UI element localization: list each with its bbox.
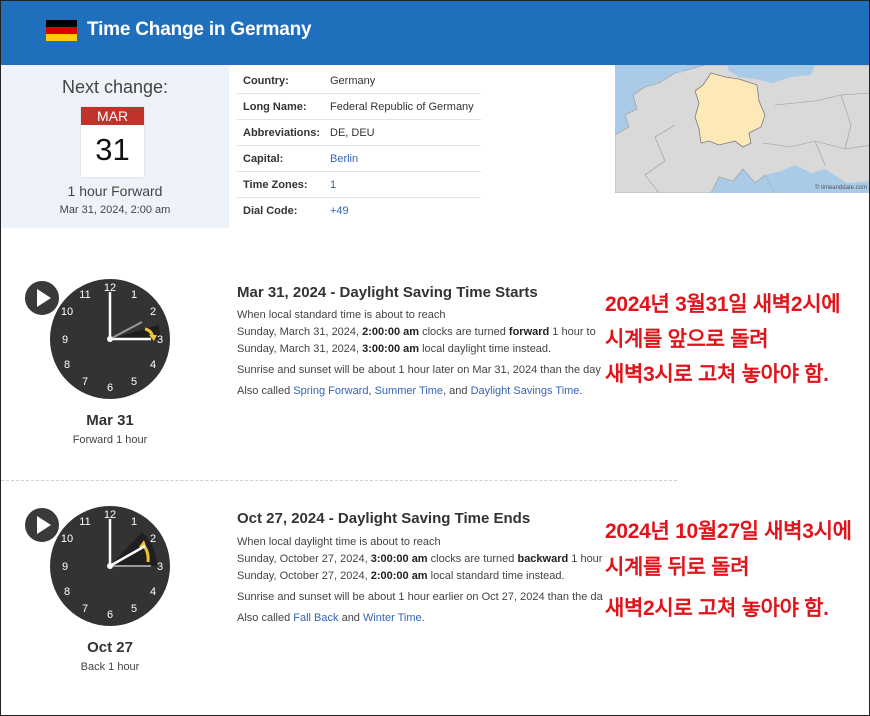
info-row-long-name: Long Name: Federal Republic of Germany (237, 94, 481, 120)
clock-date: Mar 31 (86, 412, 134, 429)
clock-number: 2 (150, 306, 156, 318)
info-key: Abbreviations: (243, 127, 321, 139)
clock-number: 9 (62, 334, 68, 346)
clock-number: 8 (64, 359, 70, 371)
clock-number: 11 (79, 289, 90, 301)
clock-number: 7 (82, 376, 88, 388)
event-line: When local daylight time is about to rea… (237, 536, 441, 548)
clock-number: 8 (64, 586, 70, 598)
time-zones-link[interactable]: 1 (330, 179, 336, 191)
clock-number: 2 (150, 533, 156, 545)
clock-date: Oct 27 (87, 639, 133, 656)
clock-number: 3 (157, 561, 163, 573)
event-line: Sunday, March 31, 2024, 2:00:00 am clock… (237, 326, 596, 338)
clock-backward-icon: 12 1 2 3 4 5 6 7 8 9 10 11 (23, 506, 170, 626)
info-value: DE, DEU (330, 127, 375, 139)
link-summer-time[interactable]: Summer Time (375, 385, 443, 397)
event-description: When local daylight time is about to rea… (237, 536, 605, 636)
link-daylight-savings-time[interactable]: Daylight Savings Time (471, 385, 580, 397)
clock-number: 4 (150, 586, 156, 598)
calendar-day: 31 (95, 132, 130, 167)
clock-number: 4 (150, 359, 156, 371)
clock-subtitle: Back 1 hour (80, 661, 140, 673)
info-key: Dial Code: (243, 205, 298, 217)
europe-map-image (615, 65, 869, 193)
clock-number: 1 (131, 516, 137, 528)
play-button[interactable] (23, 279, 61, 317)
event-title: Mar 31, 2024 - Daylight Saving Time Star… (237, 284, 538, 301)
play-button[interactable] (23, 506, 61, 544)
clock-number: 9 (62, 561, 68, 573)
info-row-country: Country: Germany (237, 68, 481, 94)
map-credit: © timeanddate.com (814, 185, 867, 191)
annotation-note-line: 새벽2시로 고쳐 놓아야 함. (605, 597, 829, 620)
link-winter-time[interactable]: Winter Time (363, 612, 422, 624)
info-key: Time Zones: (243, 179, 308, 191)
calendar-month: MAR (81, 107, 144, 125)
clock-subtitle: Forward 1 hour (72, 434, 148, 446)
next-change-label: Next change: (61, 77, 169, 97)
info-row-abbreviations: Abbreviations: DE, DEU (237, 120, 481, 146)
event-title: Oct 27, 2024 - Daylight Saving Time Ends (237, 510, 531, 527)
annotation-note-line: 시계를 뒤로 돌려 (605, 556, 750, 579)
clock-number: 12 (104, 282, 116, 294)
event-line: Sunday, October 27, 2024, 3:00:00 am clo… (237, 553, 603, 565)
clock-number: 10 (61, 533, 73, 545)
also-called-line: Also called Fall Back and Winter Time. (237, 612, 425, 624)
info-value: Germany (330, 75, 376, 87)
clock-number: 5 (131, 603, 137, 615)
info-key: Country: (243, 75, 289, 87)
event-description: When local standard time is about to rea… (237, 309, 605, 409)
next-change-datetime: Mar 31, 2024, 2:00 am (59, 204, 171, 216)
clock-number: 6 (107, 609, 113, 621)
also-called-line: Also called Spring Forward, Summer Time,… (237, 385, 583, 397)
clock-number: 12 (104, 509, 116, 521)
capital-link[interactable]: Berlin (330, 153, 358, 165)
annotation-note-line: 시계를 앞으로 돌려 (605, 328, 769, 351)
clock-number: 1 (131, 289, 137, 301)
event-line: Sunday, March 31, 2024, 3:00:00 am local… (237, 343, 552, 355)
next-change-description: 1 hour Forward (67, 183, 163, 199)
clock-number: 7 (82, 603, 88, 615)
info-key: Capital: (243, 153, 284, 165)
clock-number: 11 (79, 516, 90, 528)
clock-number: 6 (107, 382, 113, 394)
germany-map[interactable]: © timeanddate.com (615, 65, 869, 193)
page-header: Time Change in Germany (1, 1, 869, 65)
link-spring-forward[interactable]: Spring Forward (293, 385, 368, 397)
section-divider (1, 480, 677, 481)
event-line: Sunday, October 27, 2024, 2:00:00 am loc… (237, 570, 565, 582)
event-line: Sunrise and sunset will be about 1 hour … (237, 591, 603, 603)
event-line: When local standard time is about to rea… (237, 309, 446, 321)
info-value: Federal Republic of Germany (330, 101, 474, 113)
next-change-panel: Next change: MAR 31 1 hour Forward Mar 3… (1, 65, 229, 228)
info-row-dial-code: Dial Code: +49 (237, 198, 481, 224)
info-row-time-zones: Time Zones: 1 (237, 172, 481, 198)
annotation-note-line: 새벽3시로 고쳐 놓아야 함. (605, 363, 829, 386)
info-key: Long Name: (243, 101, 307, 113)
link-fall-back[interactable]: Fall Back (293, 612, 338, 624)
annotation-note-line: 2024년 3월31일 새벽2시에 (605, 293, 841, 316)
dial-code-link[interactable]: +49 (330, 205, 349, 217)
clock-number: 3 (157, 334, 163, 346)
calendar-icon: MAR 31 (81, 107, 144, 177)
info-row-capital: Capital: Berlin (237, 146, 481, 172)
clock-number: 10 (61, 306, 73, 318)
country-info-table: Country: Germany Long Name: Federal Repu… (237, 68, 481, 224)
event-line: Sunrise and sunset will be about 1 hour … (237, 364, 601, 376)
page-frame: Time Change in Germany Next change: MAR … (0, 0, 870, 716)
annotation-note-line: 2024년 10월27일 새벽3시에 (605, 520, 852, 543)
germany-flag-icon (46, 20, 77, 41)
clock-forward-icon: 12 1 2 3 4 5 6 7 8 9 10 11 (23, 279, 170, 399)
page-title: Time Change in Germany (87, 19, 312, 40)
clock-number: 5 (131, 376, 137, 388)
